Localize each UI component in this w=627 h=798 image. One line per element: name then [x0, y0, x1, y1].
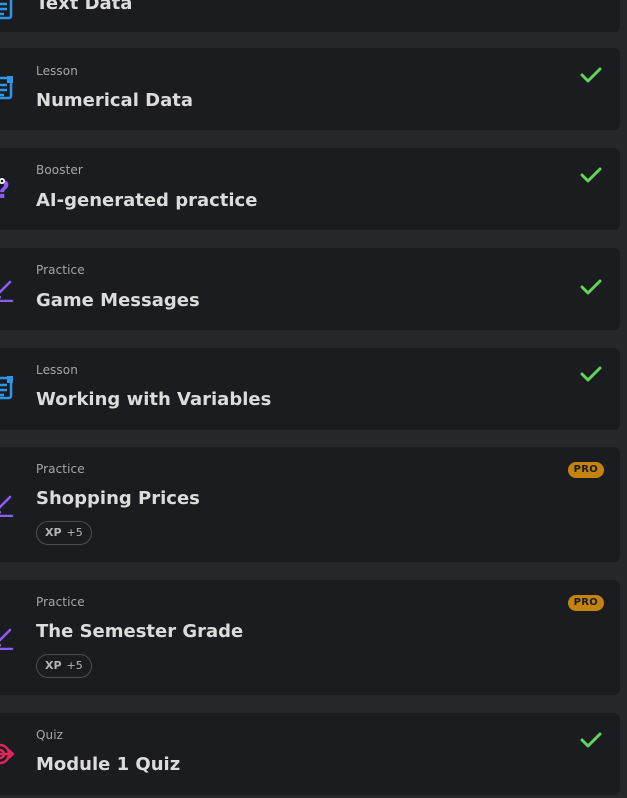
- module-item-list: Text Data Lesson Numerical Data ?: [0, 0, 627, 798]
- practice-pencil-icon: [0, 276, 16, 303]
- list-item-shopping-prices[interactable]: Practice Shopping Prices PRO XP +5: [0, 447, 620, 562]
- item-type-label: Booster: [36, 163, 83, 177]
- checkmark-icon: [580, 66, 602, 84]
- list-item-the-semester-grade[interactable]: Practice The Semester Grade PRO XP +5: [0, 580, 620, 695]
- lesson-icon: [0, 0, 16, 22]
- item-type-label: Lesson: [36, 64, 78, 78]
- item-type-label: Practice: [36, 595, 85, 609]
- xp-value: +5: [66, 526, 83, 539]
- list-item-ai-generated-practice[interactable]: ? Booster AI-generated practice: [0, 148, 620, 230]
- xp-label: XP: [45, 659, 62, 672]
- checkmark-icon: [580, 166, 602, 184]
- item-type-label: Lesson: [36, 363, 78, 377]
- item-title: AI-generated practice: [36, 190, 258, 211]
- item-title: Text Data: [36, 0, 133, 14]
- item-title: Working with Variables: [36, 389, 272, 410]
- list-item-working-with-variables[interactable]: Lesson Working with Variables: [0, 348, 620, 430]
- list-item-numerical-data[interactable]: Lesson Numerical Data: [0, 48, 620, 130]
- practice-pencil-icon: [0, 624, 16, 651]
- item-type-label: Quiz: [36, 728, 64, 742]
- item-title: Game Messages: [36, 290, 200, 311]
- practice-pencil-icon: [0, 491, 16, 518]
- xp-reward-badge: XP +5: [36, 654, 92, 678]
- quiz-target-icon: [0, 741, 16, 767]
- list-item-game-messages[interactable]: Practice Game Messages: [0, 248, 620, 330]
- xp-label: XP: [45, 526, 62, 539]
- xp-reward-badge: XP +5: [36, 521, 92, 545]
- lesson-icon: [0, 376, 16, 402]
- pro-badge: PRO: [567, 462, 604, 478]
- list-item-text-data[interactable]: Text Data: [0, 0, 620, 32]
- item-type-label: Practice: [36, 462, 85, 476]
- item-title: Numerical Data: [36, 90, 193, 111]
- list-item-module-1-quiz[interactable]: Quiz Module 1 Quiz: [0, 713, 620, 795]
- pro-badge: PRO: [567, 595, 604, 611]
- booster-question-icon: ?: [0, 176, 16, 204]
- item-title: Shopping Prices: [36, 488, 200, 509]
- checkmark-icon: [580, 365, 602, 383]
- checkmark-icon: [580, 731, 602, 749]
- checkmark-icon: [580, 278, 602, 296]
- item-title: Module 1 Quiz: [36, 754, 181, 775]
- item-title: The Semester Grade: [36, 621, 244, 642]
- item-type-label: Practice: [36, 263, 85, 277]
- xp-value: +5: [66, 659, 83, 672]
- lesson-icon: [0, 76, 16, 102]
